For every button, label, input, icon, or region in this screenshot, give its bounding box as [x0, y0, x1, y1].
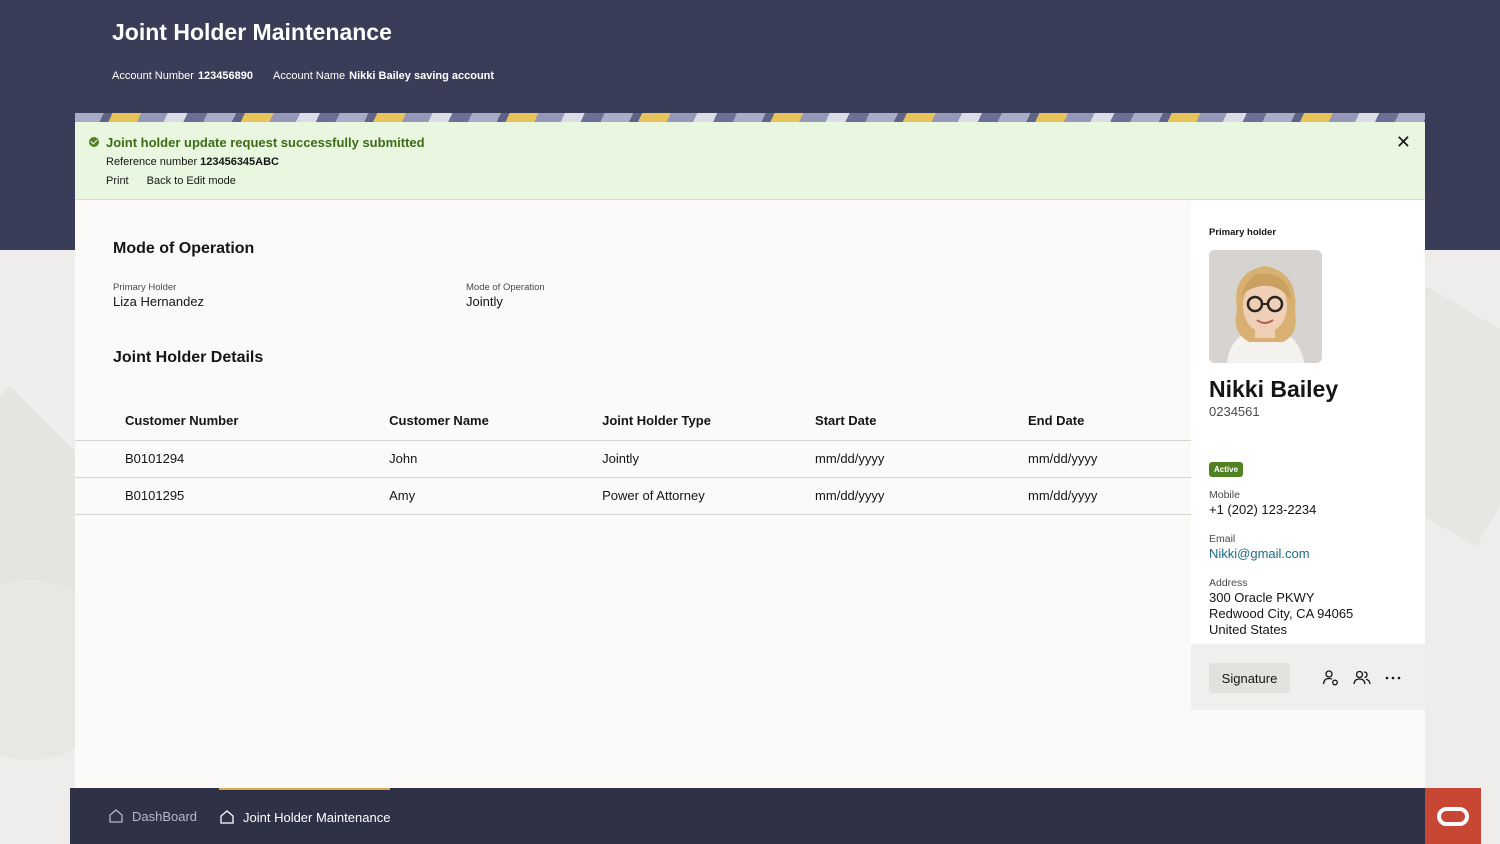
banner-actions: Print Back to Edit mode	[106, 175, 236, 187]
user-settings-icon[interactable]	[1321, 668, 1341, 688]
nav-tab-joint-holder-maintenance[interactable]: Joint Holder Maintenance	[219, 788, 391, 844]
check-circle-icon	[89, 137, 99, 147]
start-date-cell: mm/dd/yyyy	[765, 477, 978, 515]
print-link[interactable]: Print	[106, 175, 129, 187]
back-to-edit-link[interactable]: Back to Edit mode	[147, 175, 236, 187]
signature-button[interactable]: Signature	[1209, 663, 1290, 693]
end-date-cell: mm/dd/yyyy	[978, 477, 1191, 515]
column-header: End Date	[978, 402, 1191, 441]
email-link[interactable]: Nikki@gmail.com	[1209, 546, 1310, 562]
mobile-label: Mobile	[1209, 489, 1240, 501]
users-icon[interactable]	[1352, 668, 1372, 688]
main-content: Mode of Operation Primary Holder Liza He…	[75, 200, 1191, 788]
mobile-value: +1 (202) 123-2234	[1209, 502, 1317, 517]
page-title: Joint Holder Maintenance	[112, 19, 392, 45]
address-label: Address	[1209, 577, 1248, 589]
primary-holder-value: Liza Hernandez	[113, 294, 205, 309]
joint-holder-details-title: Joint Holder Details	[113, 349, 264, 366]
content-card: Joint holder update request successfully…	[75, 122, 1425, 788]
joint-holder-type-cell: Jointly	[552, 440, 766, 478]
close-icon[interactable]: ✕	[1396, 133, 1411, 151]
customer-number-cell: B0101294	[75, 440, 340, 478]
home-icon	[220, 810, 234, 824]
reference-label: Reference number	[106, 156, 198, 168]
account-number-label: Account Number	[112, 70, 194, 82]
primary-holder-label: Primary Holder	[113, 282, 177, 293]
column-header: Customer Name	[339, 402, 553, 441]
address-line-1: 300 Oracle PKWY	[1209, 590, 1315, 605]
avatar	[1209, 250, 1322, 363]
column-header: Start Date	[765, 402, 978, 441]
bottom-navigation: DashBoard Joint Holder Maintenance	[70, 788, 1425, 844]
status-badge: Active	[1209, 462, 1244, 477]
account-name-label: Account Name	[273, 70, 346, 82]
primary-holder-actions: Signature	[1191, 644, 1425, 710]
customer-number-cell: B0101295	[75, 477, 340, 515]
home-icon	[109, 809, 123, 823]
oracle-ring-icon	[1437, 806, 1469, 826]
joint-holder-type-cell: Power of Attorney	[552, 477, 766, 515]
address-line-3: United States	[1209, 622, 1288, 637]
table-row[interactable]: B0101294 John Jointly mm/dd/yyyy mm/dd/y…	[75, 440, 1191, 478]
end-date-cell: mm/dd/yyyy	[978, 440, 1191, 478]
nav-tab-dashboard[interactable]: DashBoard	[108, 788, 197, 844]
mode-label: Mode of Operation	[466, 282, 545, 293]
column-header: Joint Holder Type	[552, 402, 766, 441]
mode-value: Jointly	[466, 294, 503, 309]
account-name-value: Nikki Bailey saving account	[349, 70, 495, 82]
customer-id: 0234561	[1209, 404, 1260, 419]
reference-value: 123456345ABC	[200, 156, 279, 168]
success-banner: Joint holder update request successfully…	[75, 122, 1425, 200]
customer-name-cell: John	[339, 440, 553, 478]
more-icon[interactable]	[1383, 668, 1403, 688]
account-name: Account Name Nikki Bailey saving account	[273, 70, 494, 82]
customer-name-cell: Amy	[339, 477, 553, 515]
table-row[interactable]: B0101295 Amy Power of Attorney mm/dd/yyy…	[75, 477, 1191, 515]
table-header-row: Customer Number Customer Name Joint Hold…	[75, 402, 1191, 441]
success-message: Joint holder update request successfully…	[106, 135, 425, 150]
primary-holder-panel-label: Primary holder	[1209, 227, 1277, 238]
address-line-2: Redwood City, CA 94065	[1209, 606, 1354, 621]
account-number: Account Number 123456890	[112, 70, 253, 82]
nav-tab-label: Joint Holder Maintenance	[243, 809, 391, 825]
reference-number: Reference number 123456345ABC	[106, 156, 279, 168]
oracle-logo[interactable]	[1425, 788, 1481, 844]
email-label: Email	[1209, 533, 1236, 545]
start-date-cell: mm/dd/yyyy	[765, 440, 978, 478]
account-info: Account Number 123456890 Account Name Nikk…	[112, 70, 494, 82]
nav-tab-label: DashBoard	[132, 808, 198, 824]
primary-holder-panel: Primary holder Nikki Bailey 0234561 Acti…	[1191, 200, 1425, 644]
column-header: Customer Number	[75, 402, 340, 441]
joint-holder-table: Customer Number Customer Name Joint Hold…	[75, 402, 1191, 515]
mode-of-operation-title: Mode of Operation	[113, 240, 255, 257]
account-number-value: 123456890	[197, 70, 253, 82]
customer-name: Nikki Bailey	[1209, 376, 1339, 402]
